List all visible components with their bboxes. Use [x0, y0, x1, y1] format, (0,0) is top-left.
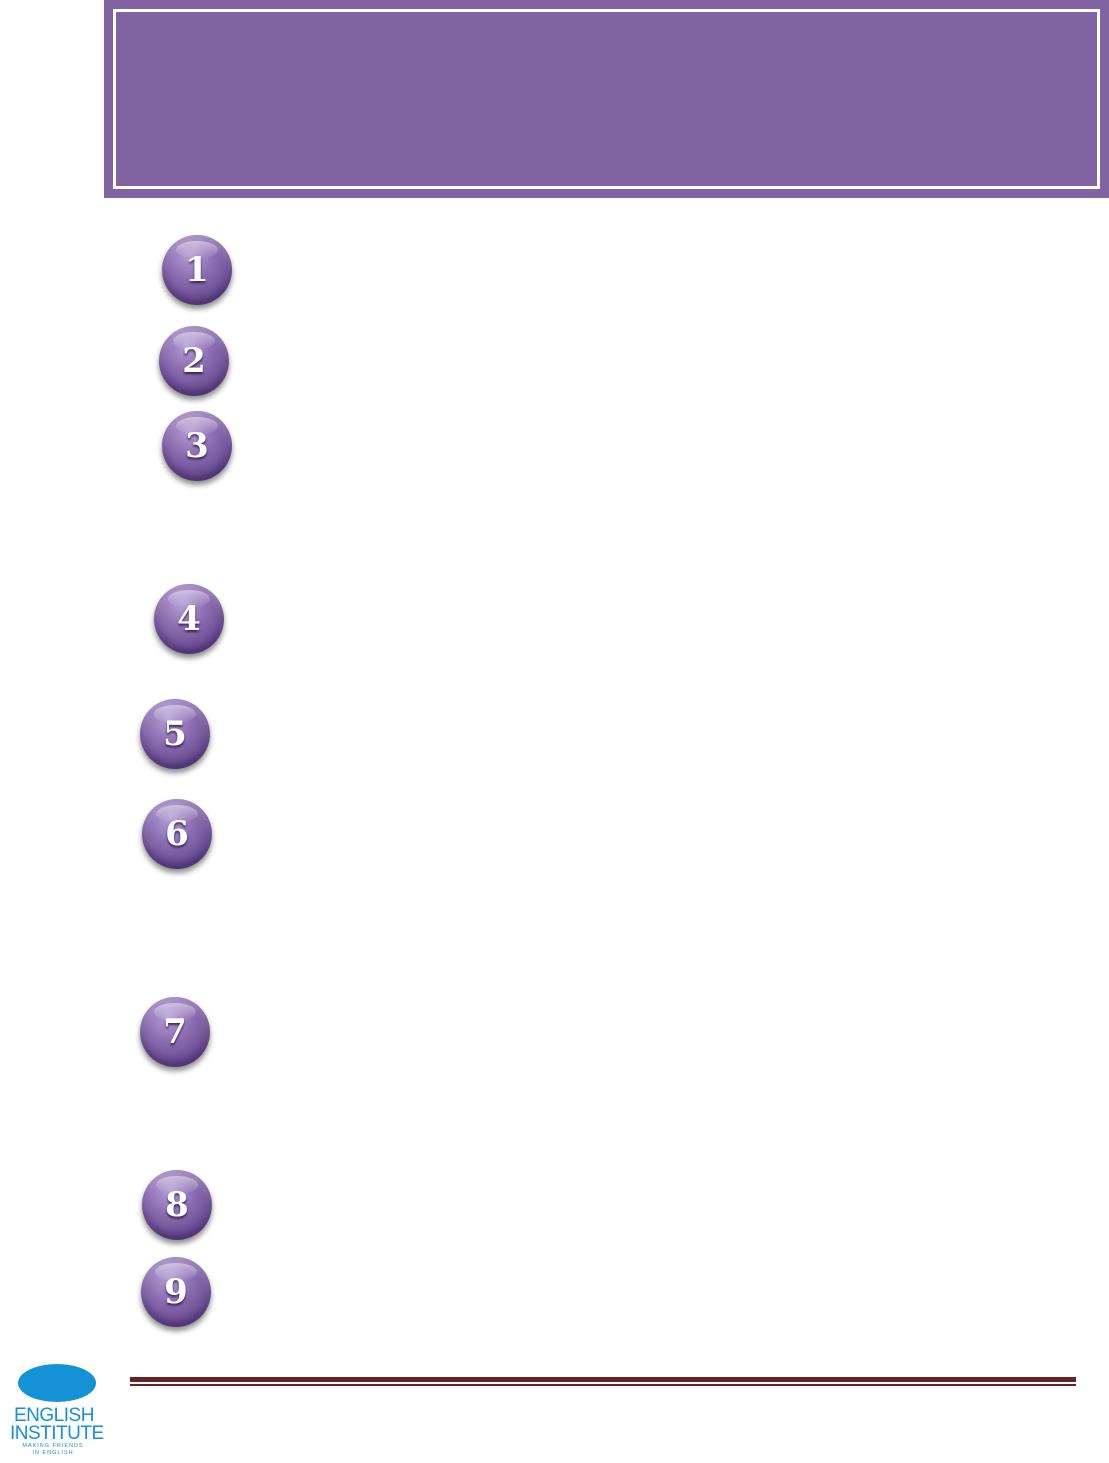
number-bullet-2: 2: [159, 326, 229, 396]
bullet-number: 7: [163, 1012, 187, 1052]
bullet-number: 8: [165, 1185, 189, 1225]
number-bullet-9: 9: [141, 1257, 211, 1327]
bullet-number: 2: [182, 341, 206, 381]
bullet-number: 4: [177, 599, 201, 639]
header-banner: [104, 0, 1109, 198]
header-frame: [113, 9, 1100, 189]
number-bullet-5: 5: [140, 699, 210, 769]
number-bullet-7: 7: [140, 997, 210, 1067]
number-bullet-8: 8: [142, 1170, 212, 1240]
bullet-number: 1: [185, 250, 209, 290]
footer-divider-thin: [130, 1384, 1076, 1386]
logo-oval-icon: [18, 1364, 96, 1402]
logo-tagline-2: IN ENGLISH: [32, 1450, 74, 1456]
logo-line-2: INSTITUTE: [10, 1423, 104, 1444]
bullet-number: 6: [165, 814, 189, 854]
bullet-number: 3: [185, 426, 209, 466]
number-bullet-6: 6: [142, 799, 212, 869]
english-institute-logo: ENGLISH INSTITUTE MAKING FRIENDS IN ENGL…: [2, 1358, 104, 1462]
footer-divider-thick: [130, 1377, 1076, 1382]
number-bullet-1: 1: [162, 235, 232, 305]
footer-divider: [130, 1377, 1076, 1386]
bullet-number: 9: [164, 1272, 188, 1312]
logo-tagline-1: MAKING FRIENDS: [22, 1443, 84, 1449]
number-bullet-3: 3: [162, 411, 232, 481]
number-bullet-4: 4: [154, 584, 224, 654]
bullet-number: 5: [163, 714, 187, 754]
